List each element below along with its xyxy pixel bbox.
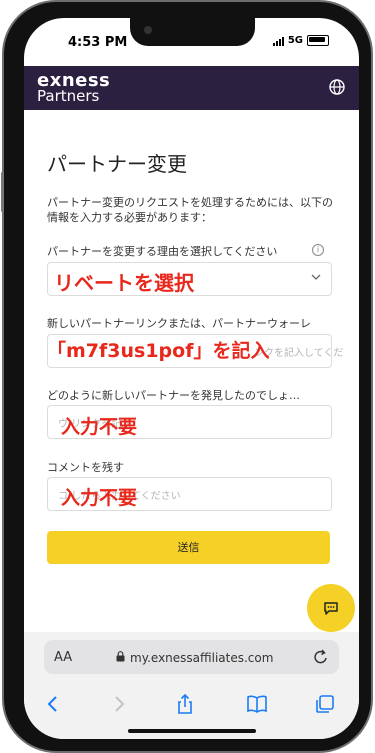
home-indicator bbox=[128, 729, 256, 733]
page-description: パートナー変更のリクエストを処理するためには、以下の情報を入力する必要があります… bbox=[47, 196, 333, 224]
site-header: exness Partners bbox=[24, 66, 359, 110]
logo-partners[interactable]: Partners bbox=[37, 87, 99, 105]
camera bbox=[144, 26, 152, 34]
text-size-button[interactable]: AA bbox=[54, 650, 72, 665]
bookmarks-icon[interactable] bbox=[246, 693, 268, 715]
page-title: パートナー変更 bbox=[47, 152, 187, 176]
back-icon[interactable] bbox=[42, 693, 64, 715]
network-label: 5G bbox=[287, 35, 303, 46]
lock-icon bbox=[116, 651, 125, 662]
phone-frame: 4:53 PM 5G exness Partners パートナー変更 パートナー… bbox=[1, 2, 371, 751]
browser-chrome: AA my.exnessaffiliates.com bbox=[24, 632, 359, 739]
notch bbox=[130, 18, 255, 46]
tabs-icon[interactable] bbox=[314, 693, 336, 715]
submit-button[interactable]: 送信 bbox=[47, 531, 330, 564]
reason-label: パートナーを変更する理由を選択してください bbox=[47, 245, 278, 258]
annotation-comment: 入力不要 bbox=[61, 487, 138, 509]
annotation-reason: リベートを選択 bbox=[54, 271, 194, 295]
comment-label: コメントを残す bbox=[47, 461, 124, 474]
reload-icon[interactable] bbox=[313, 648, 329, 666]
address-bar[interactable]: AA my.exnessaffiliates.com bbox=[44, 640, 339, 674]
chevron-down-icon bbox=[311, 274, 321, 280]
info-icon[interactable]: i bbox=[312, 244, 324, 256]
link-label: 新しいパートナーリンクまたは、パートナーウォーレ bbox=[47, 317, 311, 330]
annotation-link: 「m7f3us1pof」を記入 bbox=[47, 340, 270, 362]
annotation-discover: 入力不要 bbox=[61, 416, 138, 438]
signal-icon bbox=[272, 36, 284, 46]
status-time: 4:53 PM bbox=[68, 35, 128, 50]
battery-icon bbox=[307, 35, 329, 46]
globe-icon[interactable] bbox=[329, 79, 345, 95]
chat-icon bbox=[324, 602, 338, 615]
discover-label: どのように新しいパートナーを発見したのでしょ… bbox=[47, 389, 300, 402]
url-text: my.exnessaffiliates.com bbox=[130, 651, 274, 665]
phone-screen: 4:53 PM 5G exness Partners パートナー変更 パートナー… bbox=[24, 18, 359, 739]
share-icon[interactable] bbox=[174, 693, 196, 715]
browser-toolbar bbox=[24, 687, 359, 727]
status-bar-right: 5G bbox=[272, 35, 329, 46]
forward-icon[interactable] bbox=[108, 693, 130, 715]
chat-button[interactable] bbox=[307, 584, 355, 632]
